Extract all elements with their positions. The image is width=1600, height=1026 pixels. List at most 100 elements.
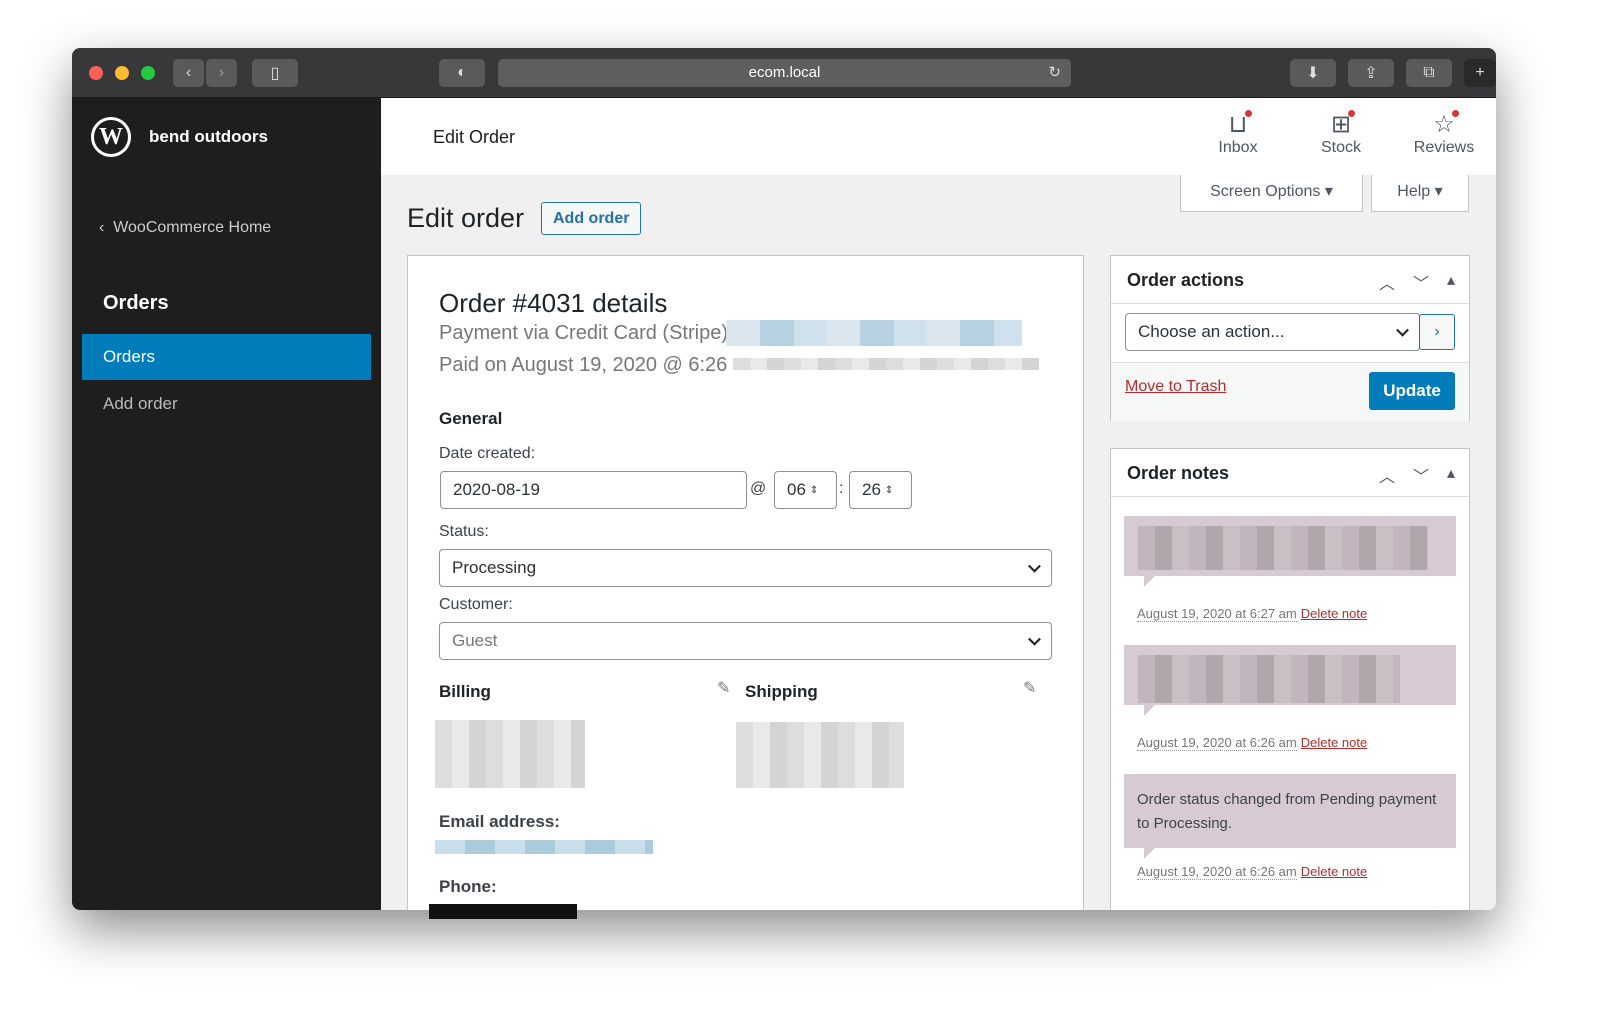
share-icon: ⇪ <box>1364 65 1378 82</box>
back-link-label: WooCommerce Home <box>113 219 272 236</box>
delete-note-link[interactable]: Delete note <box>1301 735 1368 750</box>
date-value: 2020-08-19 <box>453 480 540 499</box>
spinner-icon[interactable]: ⇕ <box>885 485 893 496</box>
order-notes-panel: Order notes ︿ ﹀ ▴ August 19, 2020 at 6:27 … <box>1110 448 1470 910</box>
collapse-triangle-icon[interactable]: ▴ <box>1447 270 1455 294</box>
order-heading: Order #4031 details <box>439 288 668 318</box>
site-name[interactable]: bend outdoors <box>149 127 268 147</box>
reload-icon[interactable]: ↻ <box>1048 59 1061 87</box>
note-item: Order status changed from Pending paymen… <box>1124 774 1456 859</box>
inbox-icon: ⊔ <box>1208 110 1268 139</box>
edit-shipping-pencil-icon[interactable]: ✎ <box>1023 678 1036 698</box>
collapse-triangle-icon[interactable]: ▴ <box>1447 463 1455 487</box>
minimize-window-button[interactable] <box>115 66 129 80</box>
move-up-icon[interactable]: ︿ <box>1379 270 1395 294</box>
order-action-select[interactable]: Choose an action... <box>1125 313 1420 351</box>
triangle-down-icon: ▾ <box>1324 183 1333 200</box>
status-select[interactable]: Processing <box>439 549 1052 587</box>
stock-icon: ⊞ <box>1311 110 1371 139</box>
note-text: Order status changed from Pending paymen… <box>1137 791 1437 832</box>
chevron-left-icon: ‹ <box>185 64 192 81</box>
order-action-value: Choose an action... <box>1138 322 1285 341</box>
update-button[interactable]: Update <box>1369 372 1455 410</box>
inbox-button[interactable]: ⊔ Inbox <box>1208 110 1268 157</box>
delete-note-link[interactable]: Delete note <box>1301 606 1368 621</box>
header-title: Edit Order <box>433 127 516 147</box>
redacted-email <box>435 840 653 854</box>
address-bar[interactable]: ecom.local ↻ <box>498 59 1071 87</box>
sidebar-item-orders[interactable]: Orders <box>82 334 371 380</box>
stock-label: Stock <box>1320 139 1361 156</box>
sidebar-toggle-button[interactable]: ▯ <box>252 59 298 87</box>
star-icon: ☆ <box>1409 110 1479 139</box>
customer-select[interactable]: Guest <box>439 622 1052 660</box>
spinner-icon[interactable]: ⇕ <box>810 485 818 496</box>
note-date: August 19, 2020 at 6:26 am <box>1137 735 1297 751</box>
redacted-phone <box>429 904 577 919</box>
time-colon: : <box>839 480 844 497</box>
reviews-label: Reviews <box>1413 139 1475 156</box>
privacy-shield-button[interactable]: ◐ <box>439 59 485 87</box>
edit-billing-pencil-icon[interactable]: ✎ <box>717 678 730 698</box>
redacted-transaction-id <box>726 320 1022 346</box>
payment-method: Payment via Credit Card (Stripe) <box>439 322 728 344</box>
reviews-button[interactable]: ☆ Reviews <box>1409 110 1479 157</box>
email-label: Email address: <box>439 812 560 831</box>
shipping-heading: Shipping <box>745 682 818 701</box>
note-meta: August 19, 2020 at 6:27 am Delete note <box>1137 606 1368 622</box>
stock-button[interactable]: ⊞ Stock <box>1311 110 1371 157</box>
note-item <box>1124 645 1456 716</box>
maximize-window-button[interactable] <box>141 66 155 80</box>
new-tab-button[interactable]: + <box>1464 59 1496 87</box>
status-value: Processing <box>452 558 537 577</box>
phone-label: Phone: <box>439 877 497 896</box>
tabs-button[interactable]: ⧉ <box>1406 59 1452 87</box>
main-content: Screen Options ▾ Help ▾ Edit order Add o… <box>381 175 1496 910</box>
section-title: Orders <box>103 292 169 314</box>
customer-value: Guest <box>452 631 498 650</box>
hour-input[interactable]: 06 ⇕ <box>774 471 837 509</box>
add-order-button[interactable]: Add order <box>541 202 642 235</box>
page-title: Edit order <box>407 203 525 233</box>
help-button[interactable]: Help ▾ <box>1371 175 1469 212</box>
apply-action-button[interactable]: › <box>1419 314 1455 350</box>
downloads-button[interactable]: ⬇ <box>1290 59 1336 87</box>
minute-input[interactable]: 26 ⇕ <box>849 471 912 509</box>
woocommerce-home-link[interactable]: ‹ WooCommerce Home <box>99 219 271 237</box>
back-button[interactable]: ‹ <box>173 59 204 87</box>
note-meta: August 19, 2020 at 6:26 am Delete note <box>1137 864 1368 880</box>
at-symbol: @ <box>750 480 767 497</box>
hour-value: 06 <box>787 480 806 499</box>
share-button[interactable]: ⇪ <box>1348 59 1394 87</box>
chevron-down-icon <box>1028 632 1041 646</box>
browser-window: ‹ › ▯ ◐ ecom.local ↻ ⬇ ⇪ ⧉ + W bend outdo… <box>72 48 1496 910</box>
move-down-icon[interactable]: ﹀ <box>1413 463 1429 487</box>
customer-label: Customer: <box>439 596 513 613</box>
inbox-label: Inbox <box>1218 139 1258 156</box>
chevron-right-icon: › <box>1434 323 1440 340</box>
browser-toolbar: ‹ › ▯ ◐ ecom.local ↻ ⬇ ⇪ ⧉ + <box>72 48 1496 98</box>
move-up-icon[interactable]: ︿ <box>1379 463 1395 487</box>
wordpress-logo-icon[interactable]: W <box>91 117 131 157</box>
note-item <box>1124 516 1456 587</box>
order-notes-title: Order notes <box>1127 463 1230 483</box>
close-window-button[interactable] <box>89 66 103 80</box>
triangle-down-icon: ▾ <box>1434 183 1443 200</box>
sidebar-item-add-order[interactable]: Add order <box>103 394 178 414</box>
chevron-down-icon <box>1028 559 1041 573</box>
move-down-icon[interactable]: ﹀ <box>1413 270 1429 294</box>
admin-sidebar: W bend outdoors ‹ WooCommerce Home Order… <box>72 98 381 910</box>
status-label: Status: <box>439 523 489 540</box>
delete-note-link[interactable]: Delete note <box>1301 864 1368 879</box>
move-to-trash-link[interactable]: Move to Trash <box>1125 378 1226 396</box>
tabs-icon: ⧉ <box>1423 64 1435 81</box>
screen-options-label: Screen Options <box>1210 183 1321 200</box>
note-date: August 19, 2020 at 6:27 am <box>1137 606 1297 622</box>
date-created-input[interactable]: 2020-08-19 <box>440 471 747 509</box>
redacted-billing-address <box>435 720 585 788</box>
screen-options-button[interactable]: Screen Options ▾ <box>1180 175 1363 212</box>
page-header: Edit Order ⊔ Inbox ⊞ Stock ☆ Reviews <box>381 98 1496 175</box>
note-meta: August 19, 2020 at 6:26 am Delete note <box>1137 735 1368 751</box>
redacted-note-text <box>1138 655 1400 703</box>
forward-button[interactable]: › <box>206 59 237 87</box>
